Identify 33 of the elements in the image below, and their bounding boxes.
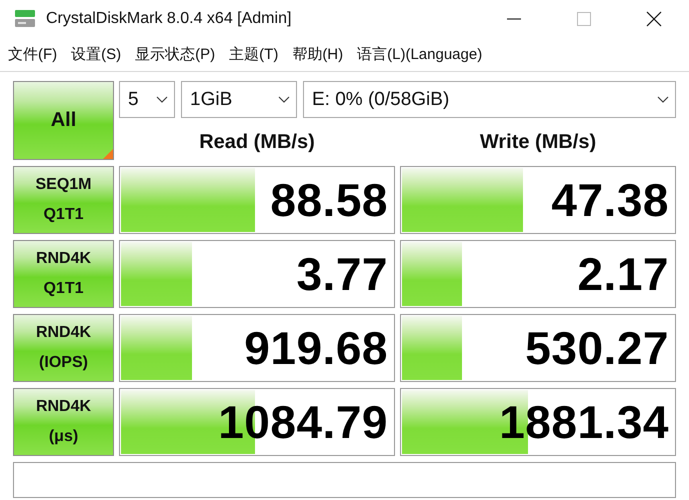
result-value: 1084.79: [218, 395, 388, 449]
menu-item[interactable]: 文件(F): [8, 45, 58, 64]
close-icon: [646, 11, 662, 27]
dropdown-select[interactable]: 5: [119, 81, 175, 118]
chevron-icon: [156, 96, 168, 103]
result-value: 530.27: [525, 321, 669, 375]
result-value: 47.38: [551, 173, 669, 227]
menu-item[interactable]: 显示状态(P): [135, 45, 216, 64]
result-value: 2.17: [577, 247, 669, 301]
result-value: 919.68: [244, 321, 388, 375]
test-button[interactable]: RND4K (IOPS): [13, 314, 114, 382]
column-header: Read (MB/s): [198, 130, 316, 154]
window-title: CrystalDiskMark 8.0.4 x64 [Admin]: [46, 10, 292, 28]
menu-item[interactable]: 设置(S): [71, 45, 122, 64]
result-value: 1881.34: [499, 395, 669, 449]
result-value: 3.77: [296, 247, 388, 301]
all-button[interactable]: All: [13, 81, 114, 160]
dropdown-select[interactable]: E: 0% (0/58GiB): [303, 81, 676, 118]
test-button[interactable]: RND4K (μs): [13, 388, 114, 456]
menu-item[interactable]: 帮助(H): [292, 45, 344, 64]
dropdown-select[interactable]: 1GiB: [181, 81, 297, 118]
column-header: Write (MB/s): [478, 130, 598, 154]
maximize-icon: [577, 12, 591, 26]
menu-item[interactable]: 主题(T): [229, 45, 278, 64]
result-value: 88.58: [270, 173, 388, 227]
chevron-icon: [657, 96, 669, 103]
disk-icon: [14, 9, 36, 29]
minimize-icon: [507, 18, 521, 20]
menu-item[interactable]: 语言(L)(Language): [357, 45, 482, 64]
test-button[interactable]: RND4K Q1T1: [13, 240, 114, 308]
chevron-icon: [278, 96, 290, 103]
corner-triangle-icon: [103, 149, 113, 159]
test-button[interactable]: SEQ1M Q1T1: [13, 166, 114, 234]
